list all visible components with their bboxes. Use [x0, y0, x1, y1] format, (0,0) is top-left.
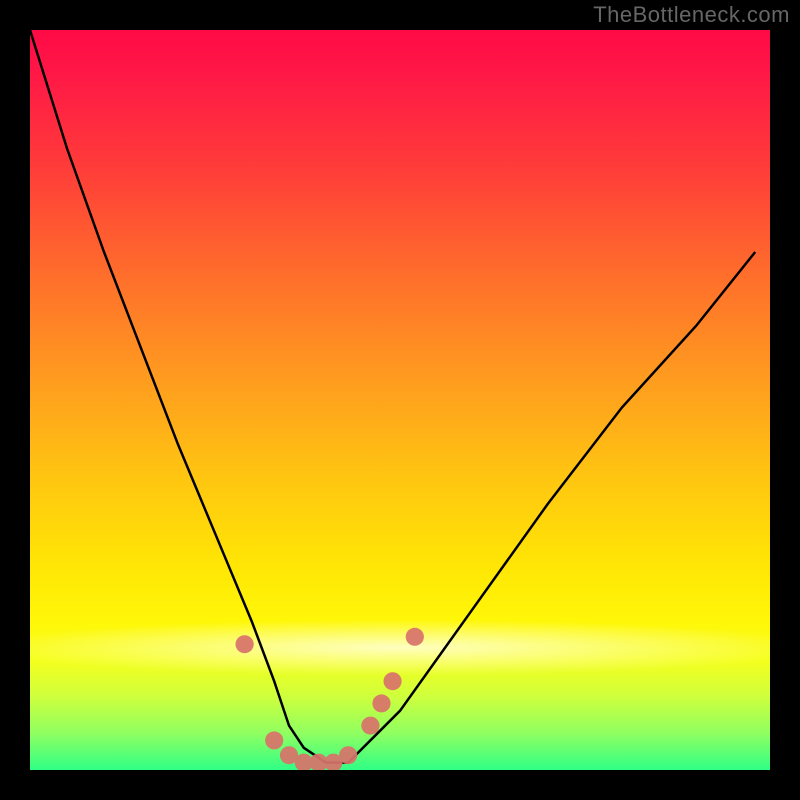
watermark-text: TheBottleneck.com — [593, 2, 790, 28]
curve-layer — [30, 30, 770, 770]
chart-frame: TheBottleneck.com — [0, 0, 800, 800]
plot-area — [30, 30, 770, 770]
curve-markers — [245, 637, 415, 763]
bottleneck-curve — [30, 30, 755, 763]
